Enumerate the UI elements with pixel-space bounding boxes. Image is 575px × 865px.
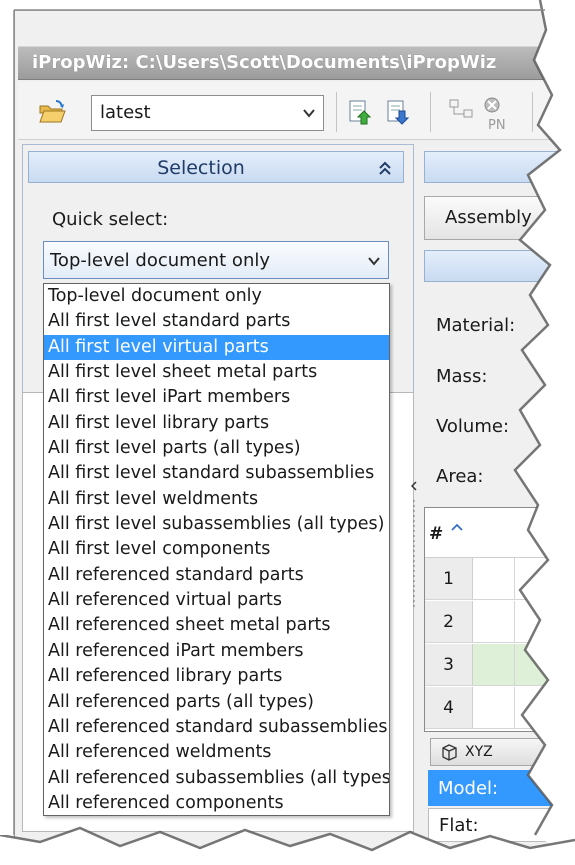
quick-select-option[interactable]: All first level standard parts bbox=[44, 309, 389, 334]
row-cell[interactable] bbox=[473, 558, 515, 599]
quick-select-option[interactable]: All referenced standard parts bbox=[44, 563, 389, 588]
quick-select-option[interactable]: All referenced sheet metal parts bbox=[44, 613, 389, 638]
area-label: Area: bbox=[436, 466, 484, 487]
splitter-grip[interactable] bbox=[411, 480, 417, 620]
export-down-icon[interactable] bbox=[384, 98, 412, 126]
volume-label: Volume: bbox=[436, 416, 510, 437]
row-number: 3 bbox=[425, 644, 473, 685]
model-row[interactable]: Model: bbox=[428, 770, 575, 806]
export-up-icon[interactable] bbox=[346, 98, 374, 126]
table-row[interactable]: 3 bbox=[425, 644, 574, 686]
quick-select-option[interactable]: All referenced standard subassemblies bbox=[44, 715, 389, 740]
quick-select-option[interactable]: All referenced iPart members bbox=[44, 639, 389, 664]
row-number: 2 bbox=[425, 601, 473, 642]
toolbar-separator bbox=[532, 92, 533, 132]
quick-select-option[interactable]: All first level virtual parts bbox=[44, 334, 389, 361]
grid-number-column: # bbox=[429, 524, 444, 544]
grid-header[interactable]: # bbox=[425, 508, 574, 558]
quick-select-option[interactable]: All referenced subassemblies (all types) bbox=[44, 766, 389, 791]
table-row[interactable]: 4 bbox=[425, 687, 574, 729]
window-title: iPropWiz: C:\Users\Scott\Documents\iProp… bbox=[32, 52, 497, 73]
physical-props-header[interactable] bbox=[424, 250, 575, 282]
quick-select-option[interactable]: All referenced weldments bbox=[44, 740, 389, 765]
quick-select-option[interactable]: All first level sheet metal parts bbox=[44, 360, 389, 385]
double-chevron-up-icon[interactable] bbox=[379, 161, 391, 175]
quick-select-option[interactable]: Top-level document only bbox=[44, 284, 389, 309]
xyz-tab[interactable]: XYZ bbox=[430, 738, 575, 766]
quick-select-option[interactable]: All first level components bbox=[44, 537, 389, 562]
flat-label: Flat: bbox=[439, 815, 479, 836]
chevron-down-icon bbox=[303, 109, 315, 118]
quick-select-option[interactable]: All referenced components bbox=[44, 791, 389, 815]
quick-select-label: Quick select: bbox=[52, 209, 169, 230]
toolbar-separator bbox=[336, 92, 337, 132]
folder-open-icon[interactable] bbox=[38, 98, 66, 126]
quick-select-option[interactable]: All first level weldments bbox=[44, 487, 389, 512]
model-label: Model: bbox=[438, 778, 499, 799]
row-number: 1 bbox=[425, 558, 473, 599]
quick-select-option[interactable]: All first level iPart members bbox=[44, 385, 389, 410]
row-cell[interactable] bbox=[473, 601, 515, 642]
quick-select-dropdown-list: Top-level document only All first level s… bbox=[43, 283, 390, 816]
assembly-button[interactable]: Assembly bbox=[424, 196, 575, 240]
table-row[interactable]: 2 bbox=[425, 601, 574, 643]
chevron-down-icon bbox=[368, 257, 380, 266]
quick-select-option[interactable]: All first level standard subassemblies bbox=[44, 461, 389, 486]
configuration-combo[interactable]: latest bbox=[91, 95, 324, 131]
quick-select-option[interactable]: All referenced parts (all types) bbox=[44, 690, 389, 715]
flat-row[interactable]: Flat: bbox=[428, 808, 575, 842]
assembly-button-label: Assembly bbox=[445, 207, 532, 228]
quick-select-option[interactable]: All referenced virtual parts bbox=[44, 588, 389, 613]
components-grid: # 1234 bbox=[424, 507, 575, 732]
row-cell[interactable] bbox=[473, 687, 515, 728]
quick-select-option[interactable]: All first level library parts bbox=[44, 411, 389, 436]
row-cell[interactable] bbox=[473, 644, 515, 685]
material-label: Material: bbox=[436, 315, 516, 336]
part-number-icon[interactable]: PN bbox=[448, 96, 522, 132]
title-bar: iPropWiz: C:\Users\Scott\Documents\iProp… bbox=[18, 46, 563, 80]
quick-select-option[interactable]: All first level parts (all types) bbox=[44, 436, 389, 461]
cube-icon bbox=[442, 744, 457, 761]
quick-select-value: Top-level document only bbox=[50, 250, 271, 271]
selection-title: Selection bbox=[157, 157, 245, 179]
quick-select-option[interactable]: All first level subassemblies (all types… bbox=[44, 512, 389, 537]
quick-select-option[interactable]: All referenced library parts bbox=[44, 664, 389, 689]
selection-header[interactable]: Selection bbox=[28, 151, 404, 183]
properties-header[interactable] bbox=[424, 151, 575, 183]
mass-label: Mass: bbox=[436, 366, 488, 387]
configuration-value: latest bbox=[100, 102, 151, 123]
row-number: 4 bbox=[425, 687, 473, 728]
toolbar-separator bbox=[430, 92, 431, 132]
sort-ascending-icon bbox=[451, 523, 463, 531]
svg-text:PN: PN bbox=[488, 118, 506, 132]
xyz-tab-label: XYZ bbox=[465, 744, 493, 760]
quick-select-combo[interactable]: Top-level document only bbox=[43, 241, 389, 279]
table-row[interactable]: 1 bbox=[425, 558, 574, 600]
